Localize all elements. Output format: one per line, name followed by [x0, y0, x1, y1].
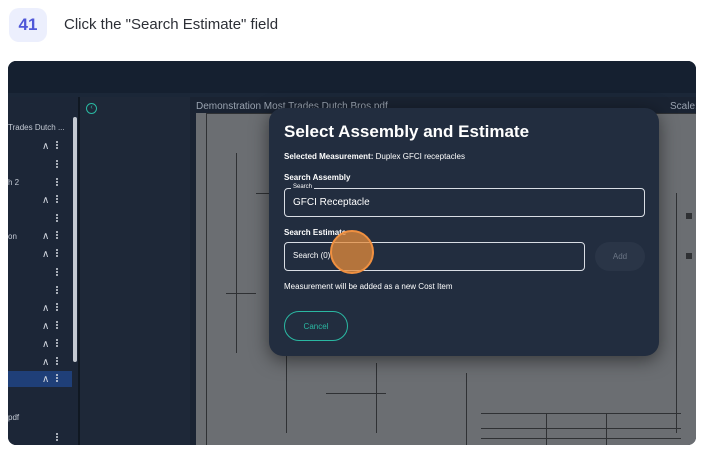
step-header: 41 Click the "Search Estimate" field — [0, 0, 706, 52]
chevron-up-icon[interactable]: ∧ — [42, 339, 49, 350]
sidebar-item-selected[interactable] — [8, 371, 72, 387]
selected-measurement: Selected Measurement: Duplex GFCI recept… — [284, 152, 465, 161]
more-options-icon[interactable] — [55, 302, 59, 312]
more-options-icon[interactable] — [55, 267, 59, 277]
select-assembly-dialog: Select Assembly and Estimate Selected Me… — [269, 108, 659, 356]
sidebar-item-label[interactable]: h 2 — [8, 178, 19, 187]
more-options-icon[interactable] — [55, 432, 59, 442]
more-options-icon[interactable] — [55, 230, 59, 240]
chevron-up-icon[interactable]: ∧ — [42, 141, 49, 152]
add-button[interactable]: Add — [595, 242, 645, 271]
scale-label: Scale: — [670, 101, 696, 112]
sidebar-item-label[interactable]: on — [8, 232, 17, 241]
sidebar-item-label[interactable]: Trades Dutch ... — [8, 123, 65, 132]
search-assembly-input[interactable]: Search GFCI Receptacle — [284, 184, 645, 217]
chevron-up-icon[interactable]: ∧ — [42, 303, 49, 314]
more-options-icon[interactable] — [55, 159, 59, 169]
more-options-icon[interactable] — [55, 140, 59, 150]
chevron-up-icon[interactable]: ∧ — [42, 231, 49, 242]
more-options-icon[interactable] — [55, 338, 59, 348]
sidebar-item-label[interactable]: pdf — [8, 413, 19, 422]
search-assembly-label: Search Assembly — [284, 173, 351, 182]
cancel-button[interactable]: Cancel — [284, 311, 348, 341]
chevron-up-icon[interactable]: ∧ — [42, 249, 49, 260]
chevron-up-icon[interactable]: ∧ — [42, 195, 49, 206]
search-estimate-input[interactable]: Search (0) — [284, 242, 585, 271]
sidebar: Trades Dutch ... ∧ h 2 ∧ on ∧ ∧ ∧ ∧ ∧ ∧ … — [8, 97, 78, 445]
more-options-icon[interactable] — [55, 248, 59, 258]
chevron-up-icon[interactable]: ∧ — [42, 357, 49, 368]
search-estimate-value: Search (0) — [293, 251, 331, 260]
more-options-icon[interactable] — [55, 213, 59, 223]
more-options-icon[interactable] — [55, 194, 59, 204]
chevron-up-icon[interactable]: ∧ — [42, 321, 49, 332]
step-number-badge: 41 — [9, 8, 47, 42]
click-indicator — [330, 230, 374, 274]
selected-measurement-value: Duplex GFCI receptacles — [375, 152, 465, 161]
sidebar-scrollbar[interactable] — [73, 117, 77, 362]
more-options-icon[interactable] — [55, 285, 59, 295]
search-assembly-value: GFCI Receptacle — [293, 197, 370, 208]
search-assembly-legend: Search — [291, 184, 315, 190]
chevron-left-icon[interactable]: ‹ — [86, 103, 97, 114]
app-screenshot: Trades Dutch ... ∧ h 2 ∧ on ∧ ∧ ∧ ∧ ∧ ∧ … — [8, 61, 696, 445]
dialog-title: Select Assembly and Estimate — [284, 122, 530, 141]
top-bar — [8, 61, 696, 93]
more-options-icon[interactable] — [55, 373, 59, 383]
chevron-up-icon[interactable]: ∧ — [42, 374, 49, 385]
selected-measurement-label: Selected Measurement: — [284, 152, 374, 161]
more-options-icon[interactable] — [55, 177, 59, 187]
more-options-icon[interactable] — [55, 356, 59, 366]
info-text: Measurement will be added as a new Cost … — [284, 282, 453, 291]
more-options-icon[interactable] — [55, 320, 59, 330]
middle-panel: ‹ — [80, 97, 190, 445]
step-instruction: Click the "Search Estimate" field — [64, 16, 279, 33]
